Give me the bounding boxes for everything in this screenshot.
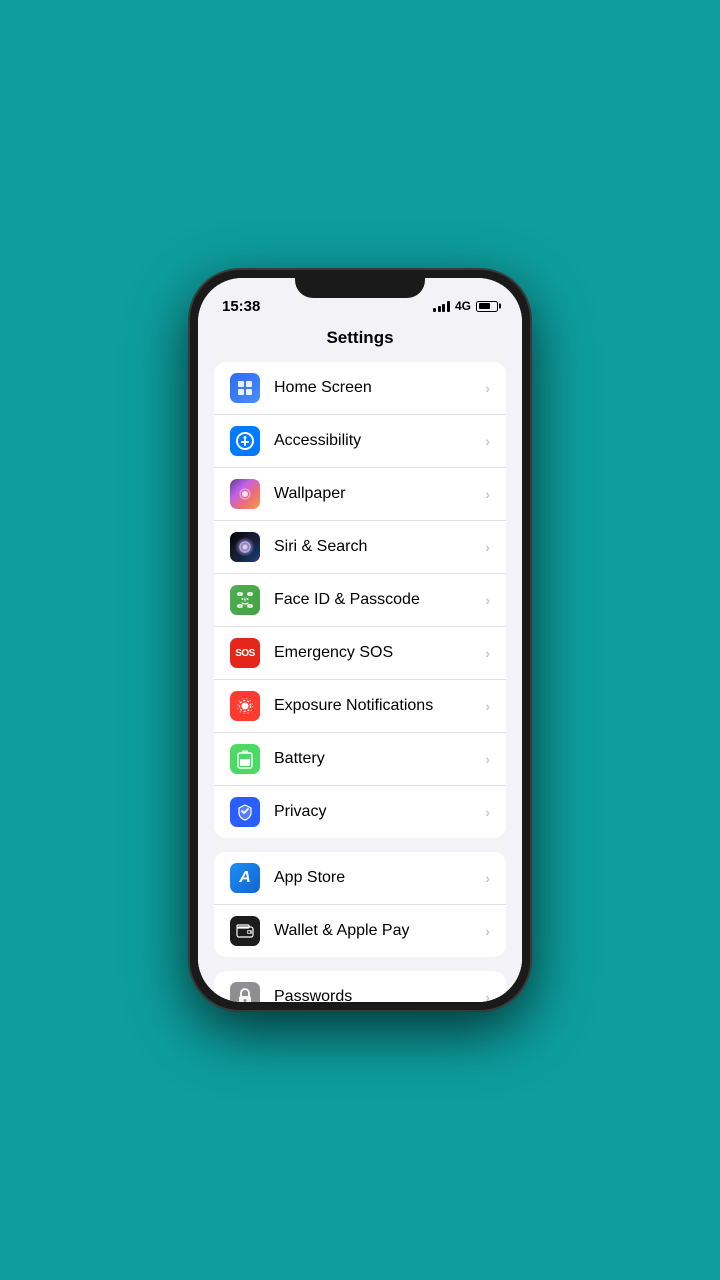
battery-icon bbox=[476, 301, 498, 312]
settings-item-passwords[interactable]: Passwords › bbox=[214, 971, 506, 1002]
appstore-icon: A bbox=[230, 863, 260, 893]
emergency-chevron: › bbox=[485, 645, 490, 661]
faceid-label: Face ID & Passcode bbox=[274, 591, 485, 609]
privacy-chevron: › bbox=[485, 804, 490, 820]
siri-chevron: › bbox=[485, 539, 490, 555]
nav-title-bar: Settings bbox=[198, 322, 522, 358]
status-icons: 4G bbox=[433, 299, 498, 313]
network-label: 4G bbox=[455, 299, 471, 313]
emergency-icon: SOS bbox=[230, 638, 260, 668]
wallet-icon bbox=[230, 916, 260, 946]
settings-group-1: Home Screen › Accessibility › bbox=[214, 362, 506, 838]
page-title: Settings bbox=[326, 328, 393, 347]
home-screen-label: Home Screen bbox=[274, 379, 485, 397]
privacy-icon bbox=[230, 797, 260, 827]
settings-item-siri[interactable]: Siri & Search › bbox=[214, 521, 506, 574]
settings-item-faceid[interactable]: Face ID & Passcode › bbox=[214, 574, 506, 627]
settings-item-exposure[interactable]: Exposure Notifications › bbox=[214, 680, 506, 733]
wallet-label: Wallet & Apple Pay bbox=[274, 922, 485, 940]
wallet-chevron: › bbox=[485, 923, 490, 939]
siri-icon bbox=[230, 532, 260, 562]
battery-label: Battery bbox=[274, 750, 485, 768]
faceid-icon bbox=[230, 585, 260, 615]
accessibility-chevron: › bbox=[485, 433, 490, 449]
exposure-icon bbox=[230, 691, 260, 721]
signal-icon bbox=[433, 300, 450, 312]
faceid-chevron: › bbox=[485, 592, 490, 608]
siri-label: Siri & Search bbox=[274, 538, 485, 556]
accessibility-icon bbox=[230, 426, 260, 456]
exposure-label: Exposure Notifications bbox=[274, 697, 485, 715]
settings-item-accessibility[interactable]: Accessibility › bbox=[214, 415, 506, 468]
passwords-label: Passwords bbox=[274, 988, 485, 1002]
settings-group-3: Passwords › Mail › bbox=[214, 971, 506, 1002]
settings-item-wallpaper[interactable]: Wallpaper › bbox=[214, 468, 506, 521]
appstore-chevron: › bbox=[485, 870, 490, 886]
privacy-label: Privacy bbox=[274, 803, 485, 821]
settings-item-privacy[interactable]: Privacy › bbox=[214, 786, 506, 838]
battery-settings-icon bbox=[230, 744, 260, 774]
accessibility-label: Accessibility bbox=[274, 432, 485, 450]
passwords-icon bbox=[230, 982, 260, 1002]
home-screen-icon bbox=[230, 373, 260, 403]
settings-item-battery[interactable]: Battery › bbox=[214, 733, 506, 786]
status-time: 15:38 bbox=[222, 298, 260, 315]
phone-screen: 15:38 4G Settings bbox=[198, 278, 522, 1002]
settings-item-home-screen[interactable]: Home Screen › bbox=[214, 362, 506, 415]
battery-chevron: › bbox=[485, 751, 490, 767]
home-screen-chevron: › bbox=[485, 380, 490, 396]
settings-group-2: A App Store › Wallet & Apple Pay bbox=[214, 852, 506, 957]
passwords-chevron: › bbox=[485, 989, 490, 1002]
appstore-label: App Store bbox=[274, 869, 485, 887]
exposure-chevron: › bbox=[485, 698, 490, 714]
wallpaper-icon bbox=[230, 479, 260, 509]
settings-item-appstore[interactable]: A App Store › bbox=[214, 852, 506, 905]
settings-list: Home Screen › Accessibility › bbox=[198, 358, 522, 1002]
settings-item-emergency[interactable]: SOS Emergency SOS › bbox=[214, 627, 506, 680]
settings-item-wallet[interactable]: Wallet & Apple Pay › bbox=[214, 905, 506, 957]
notch bbox=[295, 270, 425, 298]
phone-frame: 15:38 4G Settings bbox=[190, 270, 530, 1010]
emergency-label: Emergency SOS bbox=[274, 644, 485, 662]
wallpaper-chevron: › bbox=[485, 486, 490, 502]
wallpaper-label: Wallpaper bbox=[274, 485, 485, 503]
